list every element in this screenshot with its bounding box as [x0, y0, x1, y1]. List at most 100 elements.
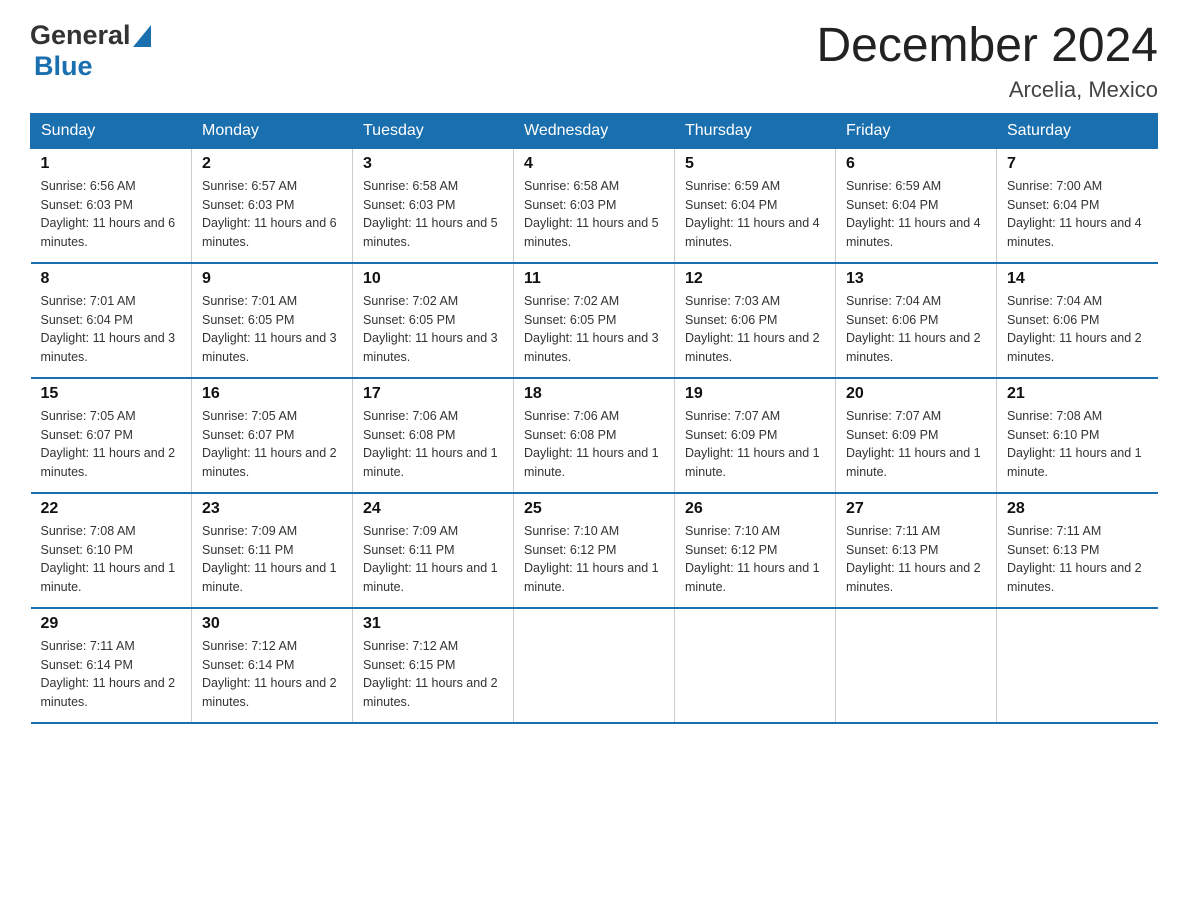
day-info: Sunrise: 7:06 AM Sunset: 6:08 PM Dayligh… — [363, 407, 503, 482]
logo: General Blue — [30, 20, 151, 82]
day-cell: 21 Sunrise: 7:08 AM Sunset: 6:10 PM Dayl… — [997, 378, 1158, 493]
day-number: 26 — [685, 500, 825, 518]
day-cell: 30 Sunrise: 7:12 AM Sunset: 6:14 PM Dayl… — [192, 608, 353, 723]
day-info: Sunrise: 6:59 AM Sunset: 6:04 PM Dayligh… — [846, 177, 986, 252]
day-cell: 5 Sunrise: 6:59 AM Sunset: 6:04 PM Dayli… — [675, 148, 836, 263]
day-info: Sunrise: 7:02 AM Sunset: 6:05 PM Dayligh… — [524, 292, 664, 367]
day-number: 25 — [524, 500, 664, 518]
title-section: December 2024 Arcelia, Mexico — [816, 20, 1158, 103]
logo-blue-text: Blue — [34, 51, 93, 82]
day-cell: 23 Sunrise: 7:09 AM Sunset: 6:11 PM Dayl… — [192, 493, 353, 608]
day-info: Sunrise: 7:07 AM Sunset: 6:09 PM Dayligh… — [846, 407, 986, 482]
day-info: Sunrise: 7:05 AM Sunset: 6:07 PM Dayligh… — [41, 407, 182, 482]
day-info: Sunrise: 7:11 AM Sunset: 6:14 PM Dayligh… — [41, 637, 182, 712]
col-thursday: Thursday — [675, 113, 836, 148]
col-monday: Monday — [192, 113, 353, 148]
day-number: 15 — [41, 385, 182, 403]
day-cell: 13 Sunrise: 7:04 AM Sunset: 6:06 PM Dayl… — [836, 263, 997, 378]
day-info: Sunrise: 6:58 AM Sunset: 6:03 PM Dayligh… — [524, 177, 664, 252]
logo-general-text: General — [30, 20, 131, 51]
day-cell: 18 Sunrise: 7:06 AM Sunset: 6:08 PM Dayl… — [514, 378, 675, 493]
day-number: 6 — [846, 155, 986, 173]
day-number: 14 — [1007, 270, 1148, 288]
calendar-table: Sunday Monday Tuesday Wednesday Thursday… — [30, 113, 1158, 724]
day-cell: 20 Sunrise: 7:07 AM Sunset: 6:09 PM Dayl… — [836, 378, 997, 493]
day-number: 12 — [685, 270, 825, 288]
day-info: Sunrise: 7:02 AM Sunset: 6:05 PM Dayligh… — [363, 292, 503, 367]
day-number: 11 — [524, 270, 664, 288]
day-number: 13 — [846, 270, 986, 288]
day-info: Sunrise: 7:09 AM Sunset: 6:11 PM Dayligh… — [202, 522, 342, 597]
day-cell: 7 Sunrise: 7:00 AM Sunset: 6:04 PM Dayli… — [997, 148, 1158, 263]
header-row: Sunday Monday Tuesday Wednesday Thursday… — [31, 113, 1158, 148]
day-info: Sunrise: 7:07 AM Sunset: 6:09 PM Dayligh… — [685, 407, 825, 482]
day-cell: 8 Sunrise: 7:01 AM Sunset: 6:04 PM Dayli… — [31, 263, 192, 378]
day-cell: 17 Sunrise: 7:06 AM Sunset: 6:08 PM Dayl… — [353, 378, 514, 493]
day-info: Sunrise: 7:03 AM Sunset: 6:06 PM Dayligh… — [685, 292, 825, 367]
day-number: 10 — [363, 270, 503, 288]
day-info: Sunrise: 6:57 AM Sunset: 6:03 PM Dayligh… — [202, 177, 342, 252]
col-saturday: Saturday — [997, 113, 1158, 148]
day-number: 22 — [41, 500, 182, 518]
day-number: 9 — [202, 270, 342, 288]
col-tuesday: Tuesday — [353, 113, 514, 148]
day-cell: 11 Sunrise: 7:02 AM Sunset: 6:05 PM Dayl… — [514, 263, 675, 378]
day-cell: 4 Sunrise: 6:58 AM Sunset: 6:03 PM Dayli… — [514, 148, 675, 263]
day-info: Sunrise: 7:10 AM Sunset: 6:12 PM Dayligh… — [524, 522, 664, 597]
day-cell: 2 Sunrise: 6:57 AM Sunset: 6:03 PM Dayli… — [192, 148, 353, 263]
day-number: 23 — [202, 500, 342, 518]
day-info: Sunrise: 7:10 AM Sunset: 6:12 PM Dayligh… — [685, 522, 825, 597]
day-info: Sunrise: 7:04 AM Sunset: 6:06 PM Dayligh… — [846, 292, 986, 367]
day-info: Sunrise: 7:01 AM Sunset: 6:05 PM Dayligh… — [202, 292, 342, 367]
day-info: Sunrise: 7:06 AM Sunset: 6:08 PM Dayligh… — [524, 407, 664, 482]
day-number: 3 — [363, 155, 503, 173]
calendar-body: 1 Sunrise: 6:56 AM Sunset: 6:03 PM Dayli… — [31, 148, 1158, 723]
day-number: 5 — [685, 155, 825, 173]
calendar-header: Sunday Monday Tuesday Wednesday Thursday… — [31, 113, 1158, 148]
day-cell: 25 Sunrise: 7:10 AM Sunset: 6:12 PM Dayl… — [514, 493, 675, 608]
day-number: 16 — [202, 385, 342, 403]
day-info: Sunrise: 7:11 AM Sunset: 6:13 PM Dayligh… — [846, 522, 986, 597]
day-cell: 28 Sunrise: 7:11 AM Sunset: 6:13 PM Dayl… — [997, 493, 1158, 608]
day-info: Sunrise: 6:58 AM Sunset: 6:03 PM Dayligh… — [363, 177, 503, 252]
day-number: 2 — [202, 155, 342, 173]
day-cell: 16 Sunrise: 7:05 AM Sunset: 6:07 PM Dayl… — [192, 378, 353, 493]
day-cell: 14 Sunrise: 7:04 AM Sunset: 6:06 PM Dayl… — [997, 263, 1158, 378]
day-cell: 26 Sunrise: 7:10 AM Sunset: 6:12 PM Dayl… — [675, 493, 836, 608]
day-cell — [997, 608, 1158, 723]
col-wednesday: Wednesday — [514, 113, 675, 148]
day-cell: 1 Sunrise: 6:56 AM Sunset: 6:03 PM Dayli… — [31, 148, 192, 263]
day-number: 20 — [846, 385, 986, 403]
day-number: 1 — [41, 155, 182, 173]
week-row-5: 29 Sunrise: 7:11 AM Sunset: 6:14 PM Dayl… — [31, 608, 1158, 723]
day-cell: 29 Sunrise: 7:11 AM Sunset: 6:14 PM Dayl… — [31, 608, 192, 723]
day-cell: 6 Sunrise: 6:59 AM Sunset: 6:04 PM Dayli… — [836, 148, 997, 263]
day-cell: 10 Sunrise: 7:02 AM Sunset: 6:05 PM Dayl… — [353, 263, 514, 378]
day-number: 19 — [685, 385, 825, 403]
day-number: 24 — [363, 500, 503, 518]
day-cell — [675, 608, 836, 723]
day-info: Sunrise: 7:05 AM Sunset: 6:07 PM Dayligh… — [202, 407, 342, 482]
page-header: General Blue December 2024 Arcelia, Mexi… — [30, 20, 1158, 103]
main-title: December 2024 — [816, 20, 1158, 73]
col-friday: Friday — [836, 113, 997, 148]
day-info: Sunrise: 7:11 AM Sunset: 6:13 PM Dayligh… — [1007, 522, 1148, 597]
subtitle: Arcelia, Mexico — [816, 77, 1158, 103]
day-number: 31 — [363, 615, 503, 633]
day-cell — [836, 608, 997, 723]
day-number: 27 — [846, 500, 986, 518]
day-number: 30 — [202, 615, 342, 633]
logo-triangle-icon — [133, 25, 151, 47]
week-row-4: 22 Sunrise: 7:08 AM Sunset: 6:10 PM Dayl… — [31, 493, 1158, 608]
day-number: 7 — [1007, 155, 1148, 173]
day-number: 8 — [41, 270, 182, 288]
day-info: Sunrise: 7:00 AM Sunset: 6:04 PM Dayligh… — [1007, 177, 1148, 252]
day-info: Sunrise: 7:01 AM Sunset: 6:04 PM Dayligh… — [41, 292, 182, 367]
day-number: 17 — [363, 385, 503, 403]
week-row-3: 15 Sunrise: 7:05 AM Sunset: 6:07 PM Dayl… — [31, 378, 1158, 493]
day-info: Sunrise: 7:04 AM Sunset: 6:06 PM Dayligh… — [1007, 292, 1148, 367]
day-cell: 31 Sunrise: 7:12 AM Sunset: 6:15 PM Dayl… — [353, 608, 514, 723]
day-info: Sunrise: 7:09 AM Sunset: 6:11 PM Dayligh… — [363, 522, 503, 597]
day-number: 18 — [524, 385, 664, 403]
day-info: Sunrise: 7:12 AM Sunset: 6:15 PM Dayligh… — [363, 637, 503, 712]
